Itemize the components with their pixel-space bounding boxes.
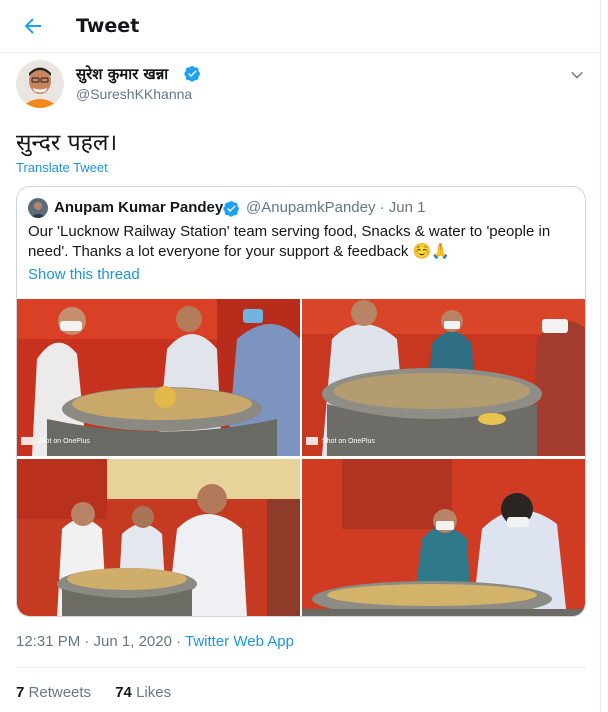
quoted-tweet-text: Our 'Lucknow Railway Station' team servi… — [28, 223, 551, 260]
show-thread-link[interactable]: Show this thread — [28, 266, 140, 283]
tweet-timestamp[interactable]: 12:31 PM · Jun 1, 2020 · — [16, 633, 185, 650]
retweets-stat[interactable]: 7 Retweets — [16, 684, 91, 701]
quoted-author-avatar — [28, 198, 48, 218]
divider — [16, 667, 586, 668]
tweet-detail-column: Tweet सुरेश कुमार खन्ना @SureshKKhanna स… — [0, 0, 601, 712]
quoted-author-name: Anupam Kumar Pandey — [54, 199, 224, 216]
quoted-photo-3[interactable] — [17, 459, 300, 616]
author-name[interactable]: सुरेश कुमार खन्ना — [76, 64, 168, 84]
photo-watermark: Shot on OnePlus — [322, 438, 375, 445]
retweets-label: Retweets — [28, 684, 92, 701]
likes-count: 74 — [115, 684, 132, 701]
verified-badge-icon — [184, 66, 200, 82]
quoted-tweet[interactable]: Anupam Kumar Pandey @AnupamkPandey · Jun… — [16, 186, 586, 617]
tweet-metadata: 12:31 PM · Jun 1, 2020 · Twitter Web App — [16, 633, 294, 650]
back-arrow-icon[interactable] — [21, 14, 45, 38]
quoted-photo-4[interactable] — [302, 459, 585, 616]
quoted-photo-1[interactable]: Shot on OnePlus — [17, 299, 300, 456]
quoted-author-handle-date: @AnupamkPandey · Jun 1 — [246, 199, 426, 216]
retweets-count: 7 — [16, 684, 25, 701]
quoted-photo-2[interactable]: Shot on OnePlus — [302, 299, 585, 456]
translate-tweet-link[interactable]: Translate Tweet — [16, 160, 108, 175]
verified-badge-icon — [223, 201, 239, 217]
likes-label: Likes — [136, 684, 172, 701]
page-header: Tweet — [0, 0, 601, 53]
tweet-stats: 7 Retweets 74 Likes — [16, 684, 191, 701]
author-avatar[interactable] — [16, 60, 64, 108]
tweet-text: सुन्दर पहल। — [16, 130, 118, 156]
page-title: Tweet — [76, 15, 140, 37]
photo-watermark: Shot on OnePlus — [37, 438, 90, 445]
chevron-down-icon[interactable] — [568, 66, 586, 84]
source-app-link[interactable]: Twitter Web App — [185, 633, 294, 650]
likes-stat[interactable]: 74 Likes — [115, 684, 171, 701]
author-handle[interactable]: @SureshKKhanna — [76, 86, 192, 102]
